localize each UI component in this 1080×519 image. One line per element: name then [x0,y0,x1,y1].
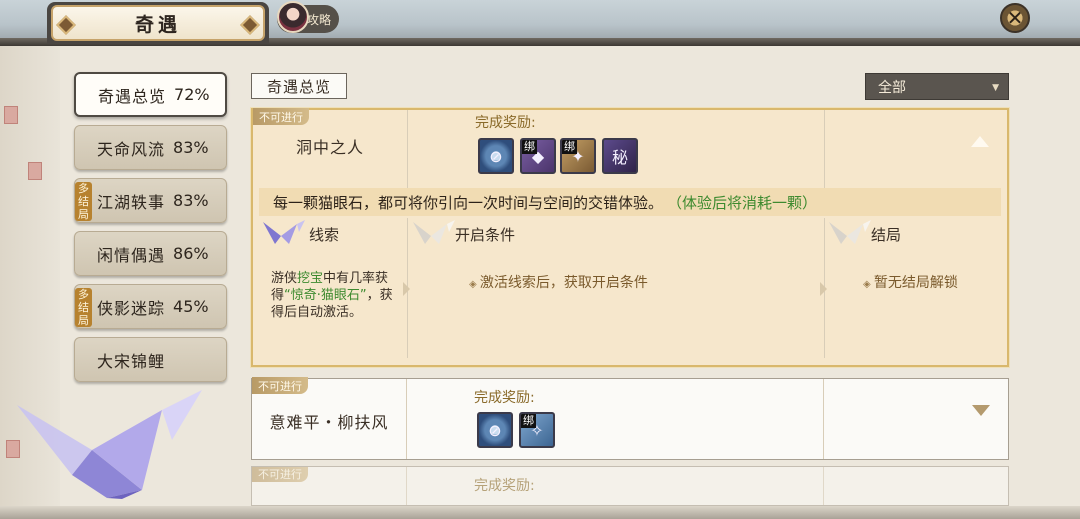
sidebar-item-percent: 86% [173,244,209,263]
bottom-border [0,506,1080,519]
clue-description: 游侠挖宝中有几率获得“惊奇·猫眼石”，获得后自动激活。 [271,270,405,321]
sidebar-item-overview[interactable]: 奇遇总览 72% [74,72,227,117]
multi-ending-badge: 多结局 [75,288,92,327]
sidebar-item-label: 闲情偶遇 [97,245,166,265]
sidebar-item-song-koi[interactable]: 大宋锦鲤 [74,337,227,382]
ornament-left-icon [56,15,76,35]
column-divider [823,379,824,459]
reward-glyph: ⊘ [489,146,503,166]
window-title-tab: 奇遇 [47,2,269,44]
column-divider [406,467,407,505]
chevron-down-icon: ▼ [992,83,999,93]
sidebar-item-label: 奇遇总览 [98,86,167,106]
clue-link-treasure[interactable]: 挖宝 [297,271,323,286]
ending-title: 结局 [871,226,902,244]
adventure-card[interactable]: 不可进行 完成奖励: [251,466,1009,506]
sidebar-item-label: 天命风流 [97,139,166,159]
expand-arrow-icon[interactable] [972,405,990,416]
jade-pendant-icon[interactable]: ⊘ [477,412,513,448]
clue-title: 线索 [309,226,340,244]
golden-tassel-icon[interactable]: ✦ 绑 [560,138,596,174]
section-heading-text: 奇遇总览 [266,77,331,96]
ornament-right-icon [240,15,260,35]
sidebar-item-shadow-trails[interactable]: 多结局 侠影迷踪 45% [74,284,227,329]
status-badge: 不可进行 [252,467,308,482]
adventure-description: 每一颗猫眼石，都可将你引向一次时间与空间的交错体验。 （体验后将消耗一颗） [259,188,1001,216]
sidebar-item-label: 大宋锦鲤 [97,351,166,371]
bound-tag: 绑 [521,414,536,428]
paper-crane-icon [829,220,871,244]
ending-text: 暂无结局解锁 [863,272,958,292]
reward-label: 完成奖励: [475,115,536,131]
clue-text-part: 游侠 [271,271,298,286]
status-badge: 不可进行 [253,108,309,125]
column-divider [406,379,407,459]
scroll-charm-icon[interactable]: ✧ 绑 [519,412,555,448]
sidebar-item-percent: 83% [173,191,209,210]
column-divider [824,110,825,188]
filter-dropdown[interactable]: 全部 ▼ [865,73,1009,100]
adventure-card[interactable]: 不可进行 意难平・柳扶风 完成奖励: ⊘ ✧ 绑 [251,377,1009,460]
column-divider [823,467,824,505]
adventure-name: 洞中之人 [295,138,364,157]
seal-stamp-icon [28,162,42,180]
adventure-card-expanded[interactable]: 不可进行 洞中之人 完成奖励: ⊘ ◆ 绑 ✦ 绑 秘 每一颗猫眼石，都可将你引… [251,108,1009,367]
chevron-right-icon [403,282,410,296]
reward-glyph: 秘 [611,148,628,167]
token-book-icon[interactable]: 秘 [602,138,638,174]
seal-stamp-icon [4,106,18,124]
description-note: （体验后将消耗一颗） [667,193,818,212]
bound-tag: 绑 [562,140,577,154]
reward-label: 完成奖励: [474,478,535,494]
condition-title: 开启条件 [455,226,516,244]
bound-tag: 绑 [522,140,537,154]
condition-text: 激活线索后，获取开启条件 [469,272,648,292]
sidebar-item-percent: 45% [173,297,209,316]
sidebar-item-label: 江湖轶事 [97,192,166,212]
red-gem-icon[interactable]: ◆ 绑 [520,138,556,174]
page-title: 奇遇 [134,13,181,36]
sidebar-item-percent: 72% [174,85,210,104]
filter-selected-value: 全部 [878,79,906,96]
reward-glyph: ⊘ [488,420,502,440]
column-divider [407,110,408,188]
close-button[interactable]: ✕ [1000,3,1030,33]
status-badge: 不可进行 [252,377,308,394]
chevron-right-icon [820,282,827,296]
reward-label: 完成奖励: [474,390,535,406]
guide-label: 攻略 [307,12,332,27]
collapse-arrow-icon[interactable] [971,136,989,147]
sidebar-item-destiny-romance[interactable]: 天命风流 83% [74,125,227,170]
guide-avatar-icon[interactable] [277,1,309,33]
multi-ending-badge: 多结局 [75,182,92,221]
jade-pendant-icon[interactable]: ⊘ [478,138,514,174]
sidebar-item-jianghu-anecdotes[interactable]: 多结局 江湖轶事 83% [74,178,227,223]
description-text: 每一颗猫眼石，都可将你引向一次时间与空间的交错体验。 [273,193,664,212]
paper-crane-icon [413,220,455,244]
paper-crane-icon [17,390,202,499]
sidebar-item-leisure-encounters[interactable]: 闲情偶遇 86% [74,231,227,276]
adventure-name: 意难平・柳扶风 [269,413,389,432]
section-heading: 奇遇总览 [251,73,347,99]
close-icon: ✕ [1006,6,1024,30]
sidebar-item-label: 侠影迷踪 [97,298,166,318]
clue-link-item[interactable]: “惊奇·猫眼石” [284,288,367,303]
sidebar-item-percent: 83% [173,138,209,157]
paper-crane-icon [263,220,305,244]
